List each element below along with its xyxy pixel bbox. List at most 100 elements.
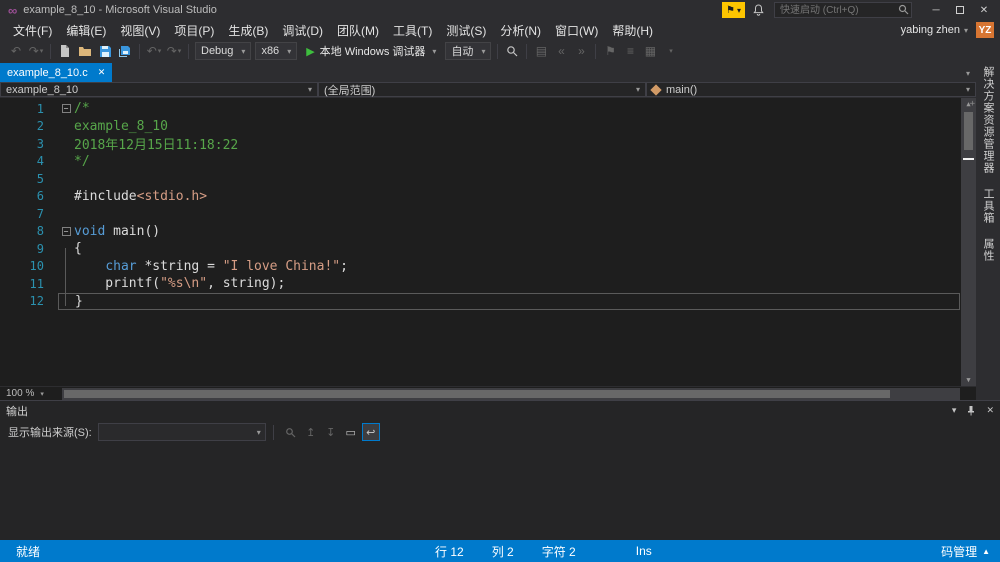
output-close-button[interactable]: ✕	[986, 405, 994, 416]
new-file-button[interactable]	[55, 41, 75, 61]
outline-button[interactable]: ▤	[531, 41, 551, 61]
find-message-button[interactable]	[282, 423, 300, 441]
code-line[interactable]: 8 − void main()	[0, 223, 960, 241]
watch-mode-value: 自动	[451, 46, 474, 58]
quick-launch-input[interactable]	[774, 2, 912, 19]
window-position-button[interactable]: ▾	[952, 405, 957, 416]
code-line[interactable]: 3 2018年12月15日11:18:22	[0, 135, 960, 154]
user-avatar[interactable]: YZ	[976, 22, 994, 38]
menu-item[interactable]: 调试(D)	[275, 20, 330, 41]
navigate-forward-button[interactable]: ↷ ▾	[26, 41, 46, 61]
tab-example-8-10[interactable]: example_8_10.c ✕	[0, 63, 113, 82]
navigation-bar: example_8_10 ▾ (全局范围) ▾ main() ▾	[0, 82, 976, 98]
code-line[interactable]: 1 −/*	[0, 100, 960, 118]
output-content[interactable]	[0, 444, 1000, 540]
pin-button[interactable]	[966, 405, 976, 416]
notifications-flag-button[interactable]: ⚑ ▾	[722, 2, 745, 18]
menu-item[interactable]: 工具(T)	[386, 20, 439, 41]
code-line[interactable]: 6 #include<stdio.h>	[0, 188, 960, 206]
source-control-button[interactable]: 码管理 ▲	[941, 543, 990, 560]
fold-collapse-icon[interactable]: −	[58, 104, 74, 114]
line-body: #include<stdio.h>	[58, 188, 960, 206]
solution-configuration-dropdown[interactable]: Debug ▾	[195, 42, 252, 60]
save-button[interactable]	[95, 41, 115, 61]
scope-dropdown[interactable]: (全局范围) ▾	[318, 82, 646, 97]
open-file-button[interactable]	[75, 41, 95, 61]
toolbar-separator	[188, 43, 189, 59]
next-message-button[interactable]: ↧	[322, 423, 340, 441]
code-line[interactable]: 11 printf("%s\n", string);	[0, 275, 960, 293]
member-dropdown[interactable]: main() ▾	[646, 82, 976, 97]
code-line[interactable]: 7	[0, 205, 960, 223]
menu-item[interactable]: 视图(V)	[113, 20, 167, 41]
split-window-handle-icon[interactable]: +	[970, 99, 975, 109]
maximize-button[interactable]	[948, 1, 972, 19]
minimize-button[interactable]: ─	[924, 1, 948, 19]
chevron-down-icon: ▾	[40, 390, 44, 398]
output-source-label: 显示输出来源(S):	[8, 427, 92, 439]
clear-all-icon: ▭	[345, 426, 356, 439]
toggle-word-wrap-button[interactable]: ↩	[361, 423, 380, 441]
decrease-indent-button[interactable]: «	[551, 41, 571, 61]
menu-item[interactable]: 文件(F)	[6, 20, 59, 41]
menu-item[interactable]: 分析(N)	[493, 20, 548, 41]
code-line[interactable]: 9{	[0, 240, 960, 258]
editor-vertical-scrollbar[interactable]: ▲ ▼	[961, 98, 976, 386]
uncomment-selection-button[interactable]: ▦	[640, 41, 660, 61]
solution-platform-dropdown[interactable]: x86 ▾	[255, 42, 298, 60]
redo-icon: ↷	[166, 44, 177, 58]
zoom-dropdown[interactable]: 100 % ▾	[0, 388, 62, 399]
menu-item[interactable]: 项目(P)	[167, 20, 221, 41]
feedback-bell-button[interactable]	[753, 4, 764, 16]
toolbar-overflow-button[interactable]: ▾	[660, 41, 680, 61]
code-line[interactable]: 10 char *string = "I love China!";	[0, 258, 960, 276]
fold-collapse-icon[interactable]: −	[58, 226, 74, 236]
menu-item[interactable]: 编辑(E)	[59, 20, 113, 41]
editor-bottom-bar: 100 % ▾	[0, 386, 976, 400]
scroll-down-icon[interactable]: ▼	[966, 374, 970, 386]
output-toolbar-separator	[272, 424, 274, 440]
code-line[interactable]: 2 example_8_10	[0, 118, 960, 136]
tab-list-dropdown-icon[interactable]: ▾	[966, 69, 970, 78]
comment-selection-button[interactable]: ≡	[620, 41, 640, 61]
chevron-down-icon: ▾	[307, 85, 312, 94]
project-dropdown[interactable]: example_8_10 ▾	[0, 82, 318, 97]
side-tool-tab[interactable]: 解决方案资源管理器	[980, 66, 996, 174]
previous-message-icon: ↥	[306, 426, 316, 439]
save-all-button[interactable]	[115, 41, 135, 61]
scrollbar-thumb[interactable]	[964, 112, 973, 150]
code-line[interactable]: 5	[0, 170, 960, 188]
tab-close-icon[interactable]: ✕	[98, 67, 106, 78]
start-debugging-button[interactable]: ▶ 本地 Windows 调试器 ▾	[301, 41, 441, 61]
line-body: }	[58, 292, 960, 310]
outline-icon: ▤	[535, 44, 548, 58]
previous-message-button[interactable]: ↥	[302, 423, 320, 441]
output-source-dropdown[interactable]: ▾	[97, 423, 266, 441]
side-tool-tab[interactable]: 属性	[980, 238, 996, 262]
undo-button[interactable]: ↶ ▾	[144, 41, 164, 61]
menu-item[interactable]: 生成(B)	[221, 20, 275, 41]
menu-items: 文件(F) 编辑(E) 视图(V) 项目(P) 生成(B) 调试(D) 团队(M) 工具(T)…	[6, 20, 660, 41]
menu-item[interactable]: 测试(S)	[439, 20, 493, 41]
signed-in-user[interactable]: yabing zhen	[901, 24, 960, 36]
menu-item[interactable]: 帮助(H)	[605, 20, 660, 41]
navigate-backward-button[interactable]: ↶	[6, 41, 26, 61]
hscrollbar-thumb[interactable]	[64, 389, 891, 398]
menu-item[interactable]: 窗口(W)	[548, 20, 605, 41]
output-toolbar: 显示输出来源(S): ▾ ↥ ↧ ▭ ↩	[0, 420, 1000, 444]
clear-all-button[interactable]: ▭	[342, 423, 360, 441]
toggle-bookmark-button[interactable]: ⚑	[600, 41, 620, 61]
side-tool-tab[interactable]: 工具箱	[980, 188, 996, 224]
increase-indent-button[interactable]: »	[571, 41, 591, 61]
code-line[interactable]: 12}	[0, 292, 960, 310]
watch-mode-dropdown[interactable]: 自动 ▾	[445, 42, 492, 60]
fold-guide-line	[65, 248, 66, 306]
menu-item[interactable]: 团队(M)	[330, 20, 386, 41]
editor-horizontal-scrollbar[interactable]	[62, 387, 960, 400]
toolbar-separator	[50, 43, 51, 59]
code-editor[interactable]: 1−/* 2 example_8_10 3 2018年12月15日11:18:22 4 */…	[0, 98, 976, 386]
close-button[interactable]: ✕	[972, 1, 996, 19]
find-in-files-button[interactable]	[502, 41, 522, 61]
code-line[interactable]: 4 */	[0, 153, 960, 171]
redo-button[interactable]: ↷ ▾	[164, 41, 184, 61]
